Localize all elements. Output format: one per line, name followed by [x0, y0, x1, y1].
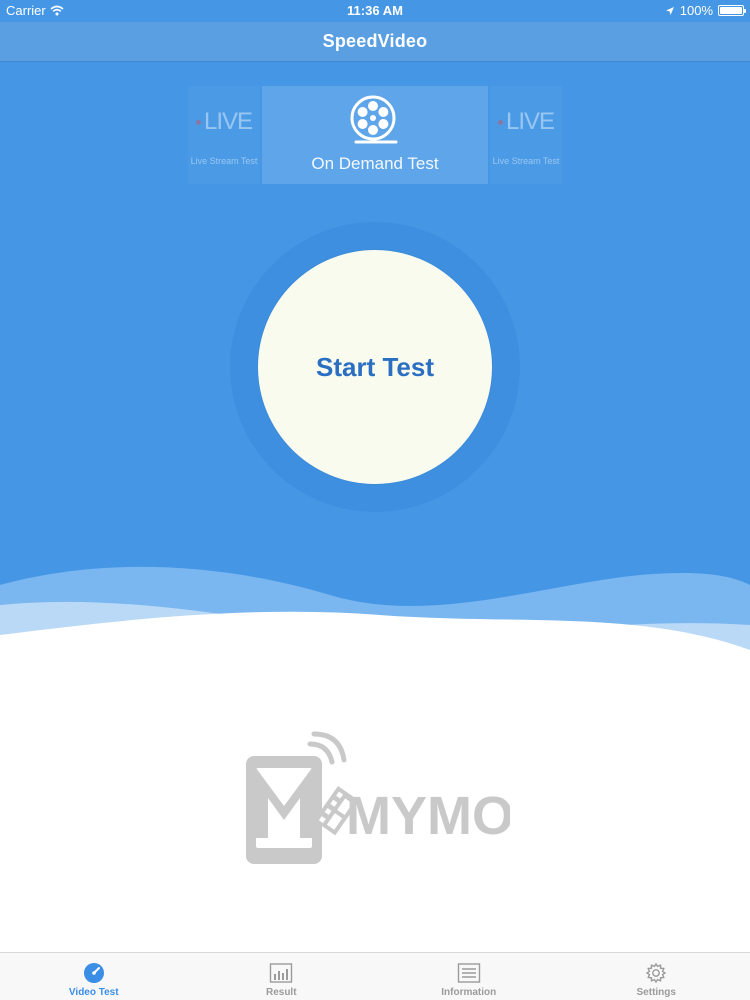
- logo-text: MYMOS: [346, 786, 510, 846]
- test-type-live-right[interactable]: LIVE Live Stream Test: [490, 86, 562, 184]
- speedometer-icon: [83, 963, 104, 983]
- location-arrow-icon: [665, 6, 674, 15]
- list-icon: [457, 963, 480, 983]
- live-dot-icon: [195, 120, 201, 126]
- tab-settings[interactable]: Settings: [563, 953, 750, 1000]
- gear-icon: [645, 962, 667, 984]
- status-bar: Carrier 11:36 AM 100%: [0, 0, 750, 22]
- test-type-live-left[interactable]: LIVE Live Stream Test: [188, 86, 260, 184]
- live-badge-text: LIVE: [203, 108, 253, 135]
- on-demand-label: On Demand Test: [311, 154, 439, 173]
- wave-decoration: [0, 566, 750, 665]
- tab-video-test[interactable]: Video Test: [0, 953, 188, 1000]
- tab-label: Information: [441, 987, 497, 998]
- mymos-logo: MYMOS: [246, 731, 510, 864]
- battery-percent: 100%: [679, 3, 713, 18]
- tab-result[interactable]: Result: [188, 953, 376, 1000]
- tab-label: Result: [265, 987, 297, 998]
- start-test-label: Start Test: [316, 351, 434, 382]
- live-dot-icon: [497, 120, 503, 126]
- live-badge: LIVE: [490, 108, 562, 136]
- navigation-bar: SpeedVideo: [0, 22, 750, 62]
- start-test-button[interactable]: Start Test: [258, 250, 492, 484]
- live-badge: LIVE: [188, 108, 260, 136]
- app-title: SpeedVideo: [322, 31, 428, 51]
- tab-bar: Video Test Result Information Settings: [0, 952, 750, 1000]
- bar-chart-icon: [270, 963, 293, 983]
- tab-information[interactable]: Information: [375, 953, 563, 1000]
- live-caption: Live Stream Test: [492, 156, 560, 166]
- app-screen: Carrier 11:36 AM 100% SpeedVideo LIVE Li…: [0, 0, 750, 1000]
- tab-label: Settings: [636, 987, 676, 998]
- test-type-on-demand[interactable]: On Demand Test: [262, 86, 488, 184]
- live-badge-text: LIVE: [505, 108, 555, 135]
- live-caption: Live Stream Test: [190, 156, 258, 166]
- film-reel-icon: [350, 95, 398, 144]
- battery-fill: [720, 7, 742, 14]
- tab-label: Video Test: [68, 987, 119, 998]
- battery-icon: [718, 5, 746, 16]
- status-time: 11:36 AM: [347, 3, 403, 18]
- status-right-group: 100%: [665, 3, 746, 18]
